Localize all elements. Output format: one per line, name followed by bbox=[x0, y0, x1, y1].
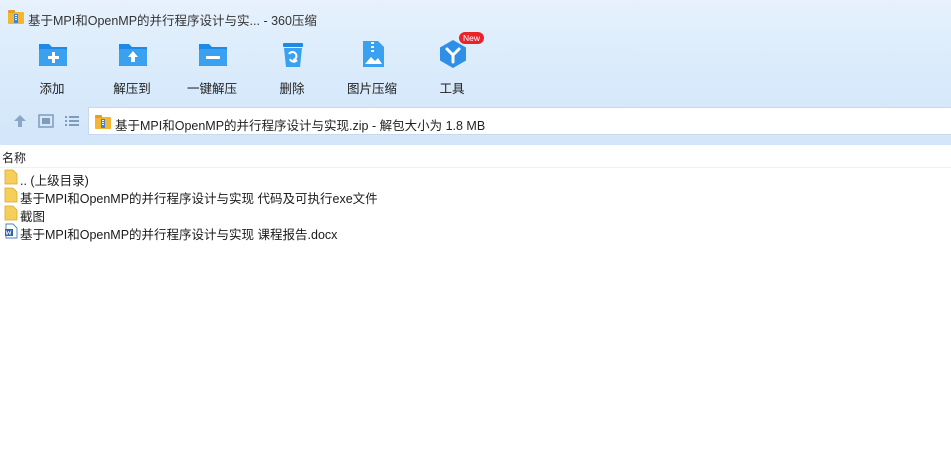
column-header-name[interactable]: 名称 bbox=[0, 145, 951, 168]
path-text: 基于MPI和OpenMP的并行程序设计与实现.zip - 解包大小为 1.8 M… bbox=[115, 119, 486, 133]
one-click-extract-label: 一键解压 bbox=[186, 82, 237, 96]
folder-icon bbox=[4, 205, 18, 221]
word-document-icon bbox=[5, 223, 18, 239]
list-item[interactable]: 基于MPI和OpenMP的并行程序设计与实现 课程报告.docx bbox=[0, 222, 951, 242]
new-badge: New bbox=[459, 32, 485, 44]
one-click-extract-button[interactable]: 一键解压 bbox=[177, 36, 247, 98]
add-button[interactable]: 添加 bbox=[17, 36, 87, 98]
extract-to-label: 解压到 bbox=[113, 82, 151, 96]
tools-label: 工具 bbox=[439, 82, 465, 96]
path-bar[interactable]: 基于MPI和OpenMP的并行程序设计与实现.zip - 解包大小为 1.8 M… bbox=[88, 107, 951, 135]
list-item[interactable]: 截图 bbox=[0, 204, 951, 224]
folder-icon bbox=[4, 187, 18, 203]
extract-to-icon bbox=[119, 44, 147, 66]
extract-to-button[interactable]: 解压到 bbox=[97, 36, 167, 98]
title-bar: 基于MPI和OpenMP的并行程序设计与实... - 360压缩 bbox=[0, 0, 951, 34]
one-click-extract-icon bbox=[199, 44, 227, 66]
window-title: 基于MPI和OpenMP的并行程序设计与实... - 360压缩 bbox=[28, 14, 317, 28]
image-compress-icon bbox=[363, 41, 384, 67]
folder-icon bbox=[4, 169, 18, 185]
window-chrome: 基于MPI和OpenMP的并行程序设计与实... - 360压缩 添加 解压到 bbox=[0, 0, 951, 145]
list-item-name: 基于MPI和OpenMP的并行程序设计与实现 课程报告.docx bbox=[20, 228, 338, 242]
zip-archive-icon bbox=[95, 115, 111, 129]
image-compress-button[interactable]: 图片压缩 bbox=[337, 36, 407, 98]
up-arrow-icon[interactable] bbox=[12, 113, 28, 129]
image-compress-label: 图片压缩 bbox=[346, 82, 397, 96]
add-folder-icon bbox=[39, 44, 67, 66]
zip-archive-icon bbox=[8, 10, 24, 24]
list-view-icon[interactable] bbox=[64, 113, 80, 129]
add-label: 添加 bbox=[39, 82, 65, 96]
delete-button[interactable]: 删除 bbox=[257, 36, 327, 98]
trash-icon bbox=[283, 43, 303, 67]
list-item-parent-dir[interactable]: .. (上级目录) bbox=[0, 168, 951, 188]
delete-label: 删除 bbox=[279, 82, 305, 96]
navigation-bar: 基于MPI和OpenMP的并行程序设计与实现.zip - 解包大小为 1.8 M… bbox=[0, 106, 951, 136]
thumbnail-view-icon[interactable] bbox=[38, 113, 54, 129]
tools-button[interactable]: New 工具 bbox=[417, 32, 487, 98]
toolbar: 添加 解压到 一键解压 删除 图片压缩 New 工具 bbox=[0, 32, 951, 100]
column-name-label: 名称 bbox=[2, 151, 27, 165]
list-item[interactable]: 基于MPI和OpenMP的并行程序设计与实现 代码及可执行exe文件 bbox=[0, 186, 951, 206]
